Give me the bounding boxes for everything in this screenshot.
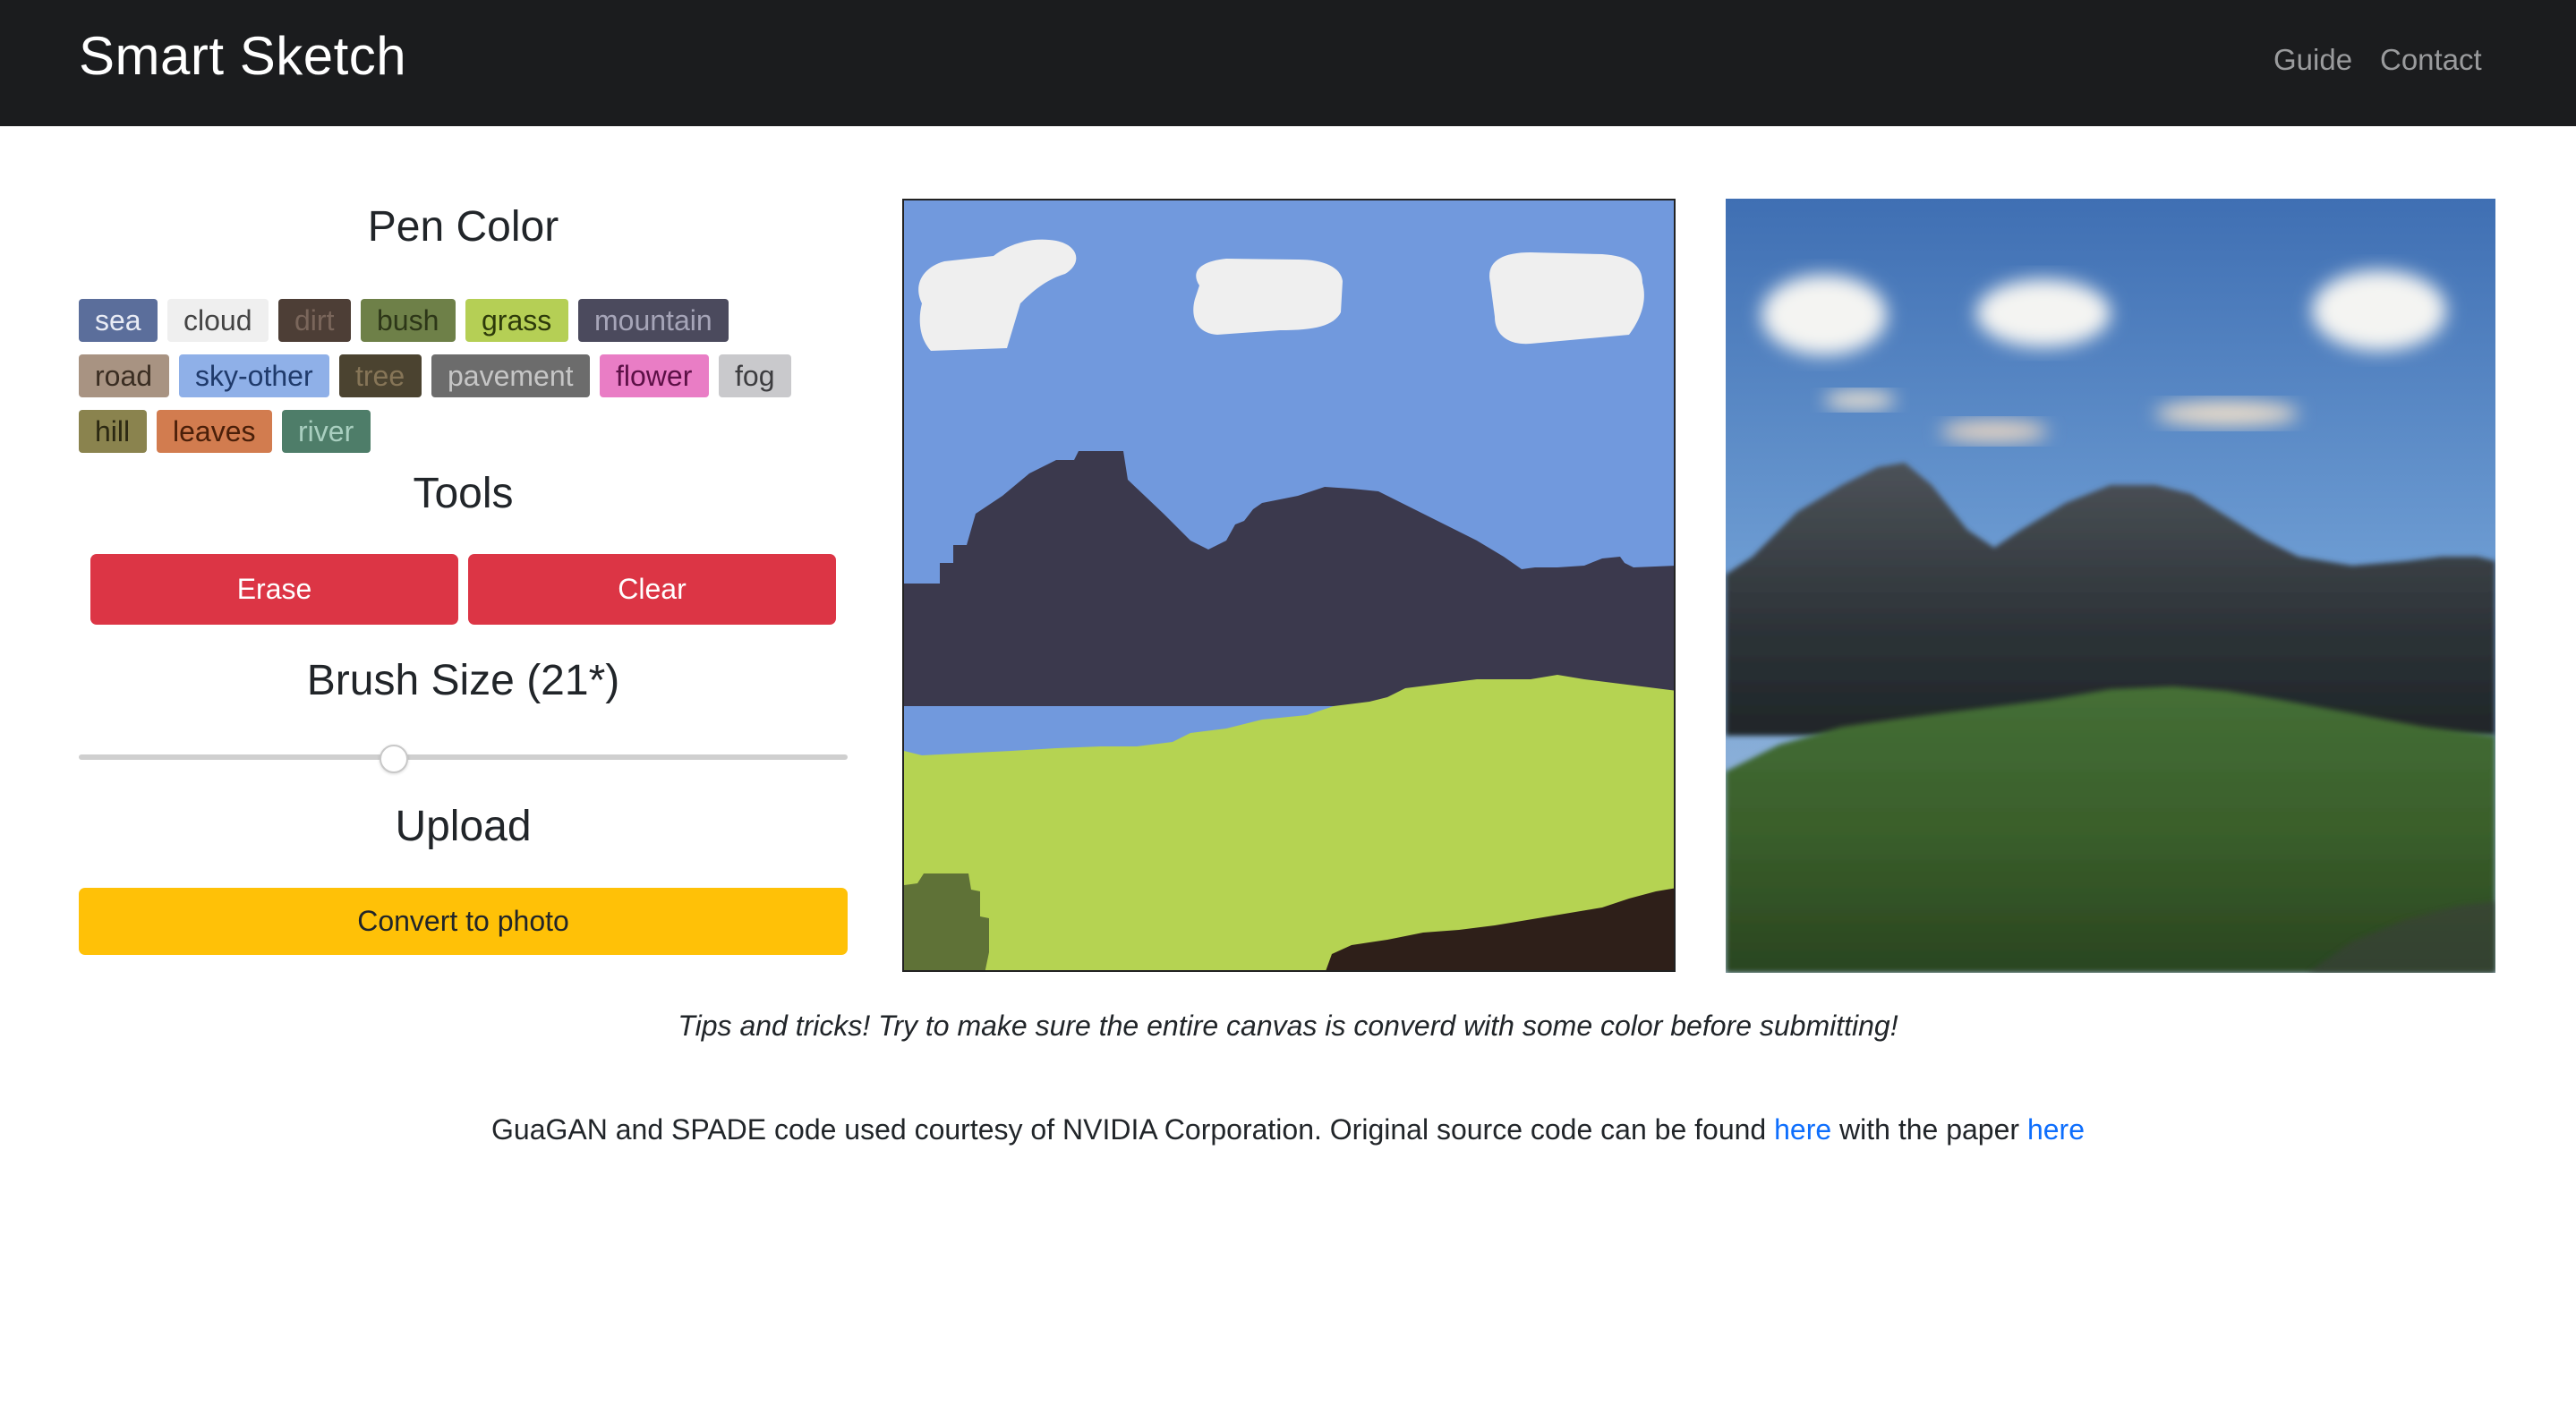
- credits-text: GuaGAN and SPADE code used courtesy of N…: [0, 1113, 2576, 1146]
- pen-color-pavement[interactable]: pavement: [431, 354, 590, 397]
- pen-color-hill[interactable]: hill: [79, 410, 147, 453]
- brush-size-title: Brush Size (21*): [306, 657, 620, 704]
- pen-color-tree[interactable]: tree: [339, 354, 422, 397]
- sketch-drawing: [904, 200, 1674, 970]
- paper-link[interactable]: here: [2027, 1113, 2085, 1146]
- brush-size-slider-thumb[interactable]: [380, 745, 409, 773]
- pen-color-grass[interactable]: grass: [465, 299, 568, 342]
- brush-size-slider-track[interactable]: [79, 754, 848, 760]
- credits-middle: with the paper: [1839, 1113, 2020, 1146]
- nav-link-contact[interactable]: Contact: [2380, 43, 2482, 77]
- nav-link-guide[interactable]: Guide: [2273, 43, 2352, 77]
- sketch-cloud-2: [1193, 259, 1343, 335]
- pen-color-sea[interactable]: sea: [79, 299, 158, 342]
- navbar: Smart Sketch Guide Contact: [0, 0, 2576, 126]
- pen-color-fog[interactable]: fog: [719, 354, 791, 397]
- pen-color-leaves[interactable]: leaves: [157, 410, 272, 453]
- source-code-link[interactable]: here: [1774, 1113, 1831, 1146]
- upload-title: Upload: [395, 803, 532, 850]
- pen-color-cloud[interactable]: cloud: [167, 299, 269, 342]
- sketch-canvas[interactable]: [902, 199, 1676, 972]
- generated-photo: [1726, 199, 2495, 973]
- tips-text: Tips and tricks! Try to make sure the en…: [678, 1010, 1898, 1042]
- brand-title[interactable]: Smart Sketch: [79, 25, 406, 87]
- generated-photo-image: [1726, 199, 2495, 973]
- credits-body: GuaGAN and SPADE code used courtesy of N…: [491, 1113, 1767, 1146]
- pen-color-river[interactable]: river: [282, 410, 371, 453]
- clear-button[interactable]: Clear: [468, 554, 836, 625]
- erase-button[interactable]: Erase: [90, 554, 458, 625]
- pen-color-title: Pen Color: [367, 203, 559, 251]
- tools-title: Tools: [413, 470, 514, 517]
- convert-to-photo-button[interactable]: Convert to photo: [79, 888, 848, 955]
- pen-color-dirt[interactable]: dirt: [278, 299, 351, 342]
- pen-color-mountain[interactable]: mountain: [578, 299, 729, 342]
- pen-color-road[interactable]: road: [79, 354, 169, 397]
- sketch-cloud-3: [1489, 252, 1644, 345]
- pen-color-bush[interactable]: bush: [361, 299, 456, 342]
- pen-color-flower[interactable]: flower: [600, 354, 709, 397]
- pen-color-sky-other[interactable]: sky-other: [179, 354, 329, 397]
